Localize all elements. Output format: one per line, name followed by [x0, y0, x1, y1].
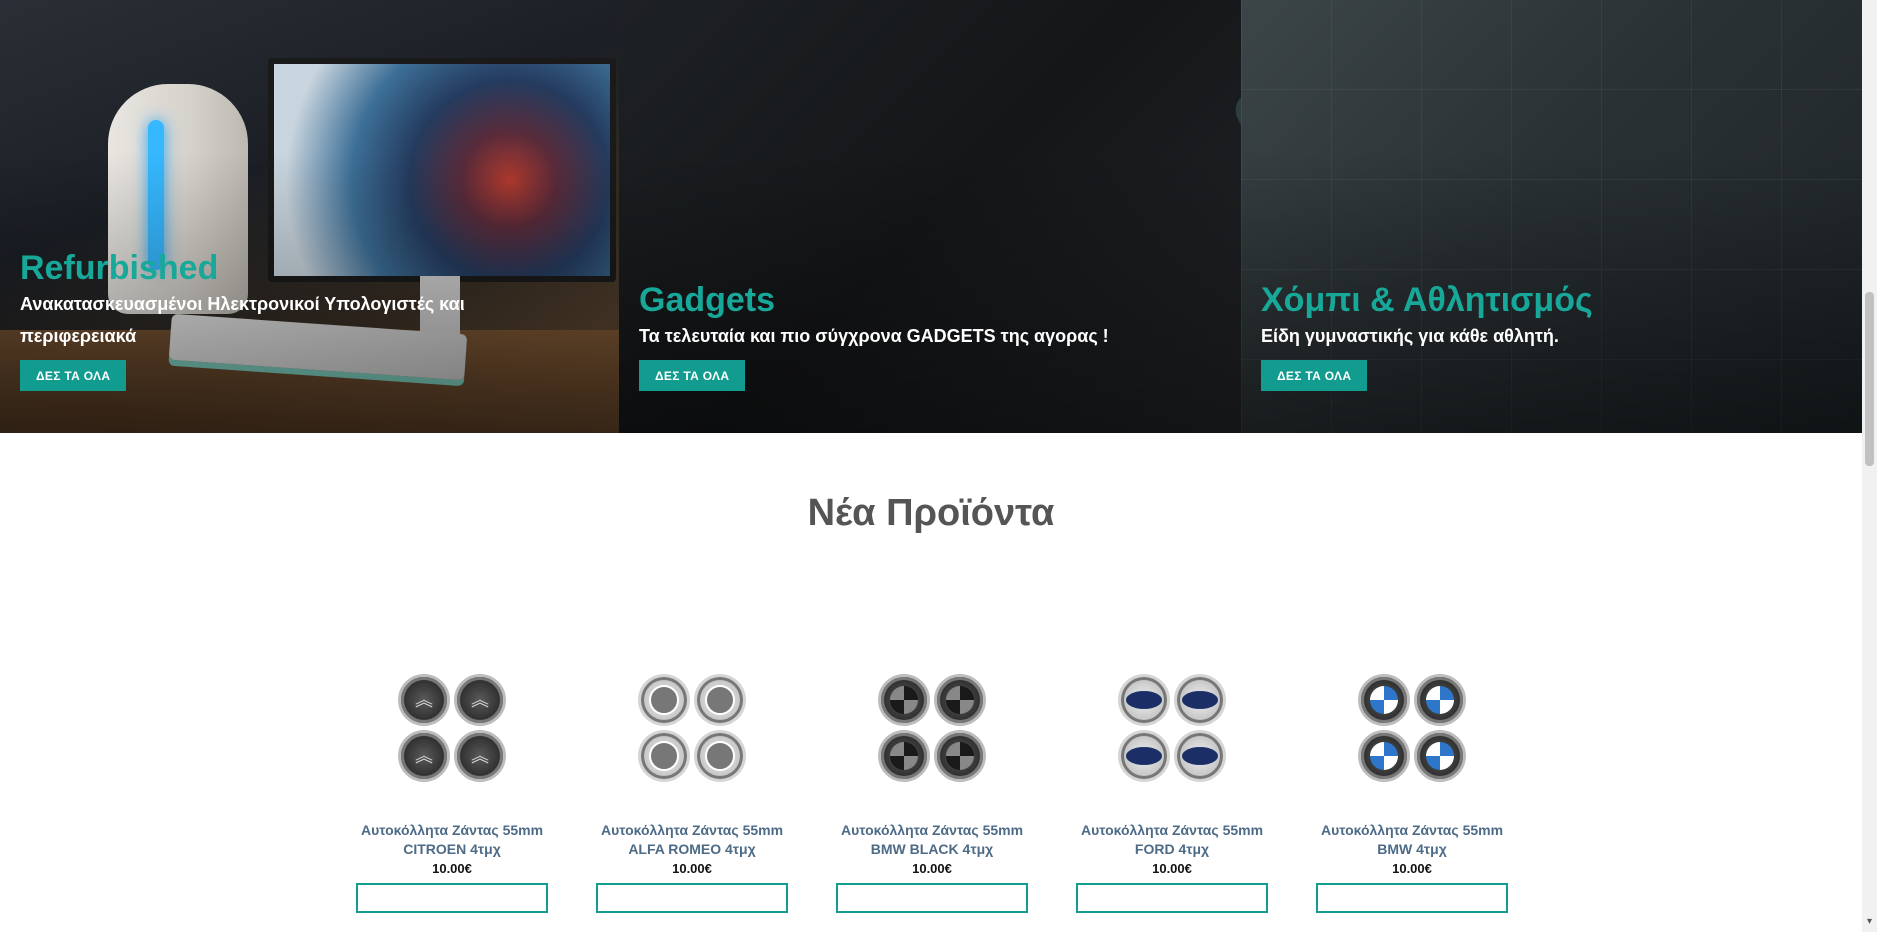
- product-card[interactable]: Αυτοκόλλητα Ζάντας 55mm BMW BLACK 4τμχ 1…: [812, 650, 1052, 913]
- banner-title: Χόμπι & Αθλητισμός: [1261, 281, 1593, 319]
- product-name-link[interactable]: Αυτοκόλλητα Ζάντας 55mm ALFA ROMEO 4τμχ: [572, 821, 812, 859]
- view-all-button[interactable]: ΔΕΣ ΤΑ ΟΛΑ: [1261, 360, 1368, 391]
- product-card[interactable]: Αυτοκόλλητα Ζάντας 55mm BMW 4τμχ 10.00€: [1292, 650, 1532, 913]
- product-price: 10.00€: [672, 861, 712, 876]
- product-price: 10.00€: [432, 861, 472, 876]
- category-banners: Refurbished Ανακατασκευασμένοι Ηλεκτρονι…: [0, 0, 1862, 433]
- product-grid: ︽ ︽ ︽ ︽ Αυτοκόλλητα Ζάντας 55mm CITROEN …: [332, 650, 1532, 913]
- citroen-wheel-caps-image[interactable]: ︽ ︽ ︽ ︽: [332, 650, 572, 805]
- page-scrollbar[interactable]: ▾: [1862, 0, 1877, 932]
- product-name-link[interactable]: Αυτοκόλλητα Ζάντας 55mm FORD 4τμχ: [1052, 821, 1292, 859]
- banner-gadgets[interactable]: Gadgets Τα τελευταία και πιο σύγχρονα GA…: [619, 0, 1241, 433]
- banner-title: Gadgets: [639, 281, 776, 319]
- product-price: 10.00€: [912, 861, 952, 876]
- banner-description: Είδη γυμναστικής για κάθε αθλητή.: [1261, 326, 1559, 346]
- banner-description: Ανακατασκευασμένοι Ηλεκτρονικοί Υπολογισ…: [20, 294, 465, 346]
- product-name-link[interactable]: Αυτοκόλλητα Ζάντας 55mm CITROEN 4τμχ: [332, 821, 572, 859]
- product-card[interactable]: Αυτοκόλλητα Ζάντας 55mm FORD 4τμχ 10.00€: [1052, 650, 1292, 913]
- banner-title: Refurbished: [20, 249, 219, 287]
- add-to-cart-button[interactable]: [836, 883, 1028, 913]
- banner-text: Refurbished Ανακατασκευασμένοι Ηλεκτρονι…: [20, 248, 599, 391]
- banner-hobby-sports[interactable]: Χόμπι & Αθλητισμός Είδη γυμναστικής για …: [1241, 0, 1862, 433]
- banner-text: Χόμπι & Αθλητισμός Είδη γυμναστικής για …: [1261, 280, 1842, 391]
- alfa-romeo-wheel-caps-image[interactable]: [572, 650, 812, 805]
- banner-refurbished[interactable]: Refurbished Ανακατασκευασμένοι Ηλεκτρονι…: [0, 0, 619, 433]
- product-name-link[interactable]: Αυτοκόλλητα Ζάντας 55mm BMW 4τμχ: [1292, 821, 1532, 859]
- scroll-down-arrow-icon[interactable]: ▾: [1865, 916, 1874, 927]
- ford-wheel-caps-image[interactable]: [1052, 650, 1292, 805]
- view-all-button[interactable]: ΔΕΣ ΤΑ ΟΛΑ: [639, 360, 746, 391]
- add-to-cart-button[interactable]: [596, 883, 788, 913]
- product-price: 10.00€: [1152, 861, 1192, 876]
- bmw-wheel-caps-image[interactable]: [1292, 650, 1532, 805]
- product-card[interactable]: Αυτοκόλλητα Ζάντας 55mm ALFA ROMEO 4τμχ …: [572, 650, 812, 913]
- banner-text: Gadgets Τα τελευταία και πιο σύγχρονα GA…: [639, 280, 1221, 391]
- product-card[interactable]: ︽ ︽ ︽ ︽ Αυτοκόλλητα Ζάντας 55mm CITROEN …: [332, 650, 572, 913]
- product-name-link[interactable]: Αυτοκόλλητα Ζάντας 55mm BMW BLACK 4τμχ: [812, 821, 1052, 859]
- banner-description: Τα τελευταία και πιο σύγχρονα GADGETS τη…: [639, 326, 1109, 346]
- scrollbar-thumb[interactable]: [1865, 292, 1874, 466]
- new-products-title: Νέα Προϊόντα: [807, 492, 1055, 534]
- add-to-cart-button[interactable]: [1316, 883, 1508, 913]
- product-price: 10.00€: [1392, 861, 1432, 876]
- view-all-button[interactable]: ΔΕΣ ΤΑ ΟΛΑ: [20, 360, 127, 391]
- add-to-cart-button[interactable]: [356, 883, 548, 913]
- bmw-black-wheel-caps-image[interactable]: [812, 650, 1052, 805]
- add-to-cart-button[interactable]: [1076, 883, 1268, 913]
